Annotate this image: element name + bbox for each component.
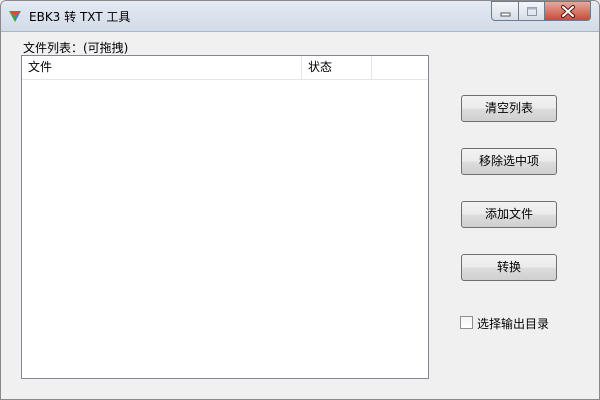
app-window: EBK3 转 TXT 工具 文件列表：(可拖拽) 文件 状态 清空列表 移除选中… xyxy=(0,0,600,400)
client-area: 文件列表：(可拖拽) 文件 状态 清空列表 移除选中项 添加文件 转换 选择输出… xyxy=(9,32,591,392)
add-files-button[interactable]: 添加文件 xyxy=(461,201,557,228)
maximize-icon xyxy=(527,7,537,16)
minimize-button[interactable] xyxy=(491,1,519,21)
close-icon xyxy=(561,5,575,18)
column-header-status[interactable]: 状态 xyxy=(302,56,372,79)
column-header-filler xyxy=(372,56,428,79)
file-list-header: 文件 状态 xyxy=(22,56,428,80)
file-list[interactable]: 文件 状态 xyxy=(21,55,429,379)
convert-button[interactable]: 转换 xyxy=(461,254,557,281)
remove-selected-button[interactable]: 移除选中项 xyxy=(461,148,557,175)
clear-list-button[interactable]: 清空列表 xyxy=(461,95,557,122)
column-header-file[interactable]: 文件 xyxy=(22,56,302,79)
minimize-icon xyxy=(500,12,511,17)
output-dir-label[interactable]: 选择输出目录 xyxy=(477,315,549,332)
app-logo-icon xyxy=(7,8,23,24)
title-bar[interactable]: EBK3 转 TXT 工具 xyxy=(1,1,599,32)
file-list-caption: 文件列表：(可拖拽) xyxy=(23,41,129,55)
window-title: EBK3 转 TXT 工具 xyxy=(29,10,131,24)
maximize-button[interactable] xyxy=(519,1,545,21)
output-dir-checkbox[interactable] xyxy=(460,316,473,329)
close-button[interactable] xyxy=(545,1,591,21)
